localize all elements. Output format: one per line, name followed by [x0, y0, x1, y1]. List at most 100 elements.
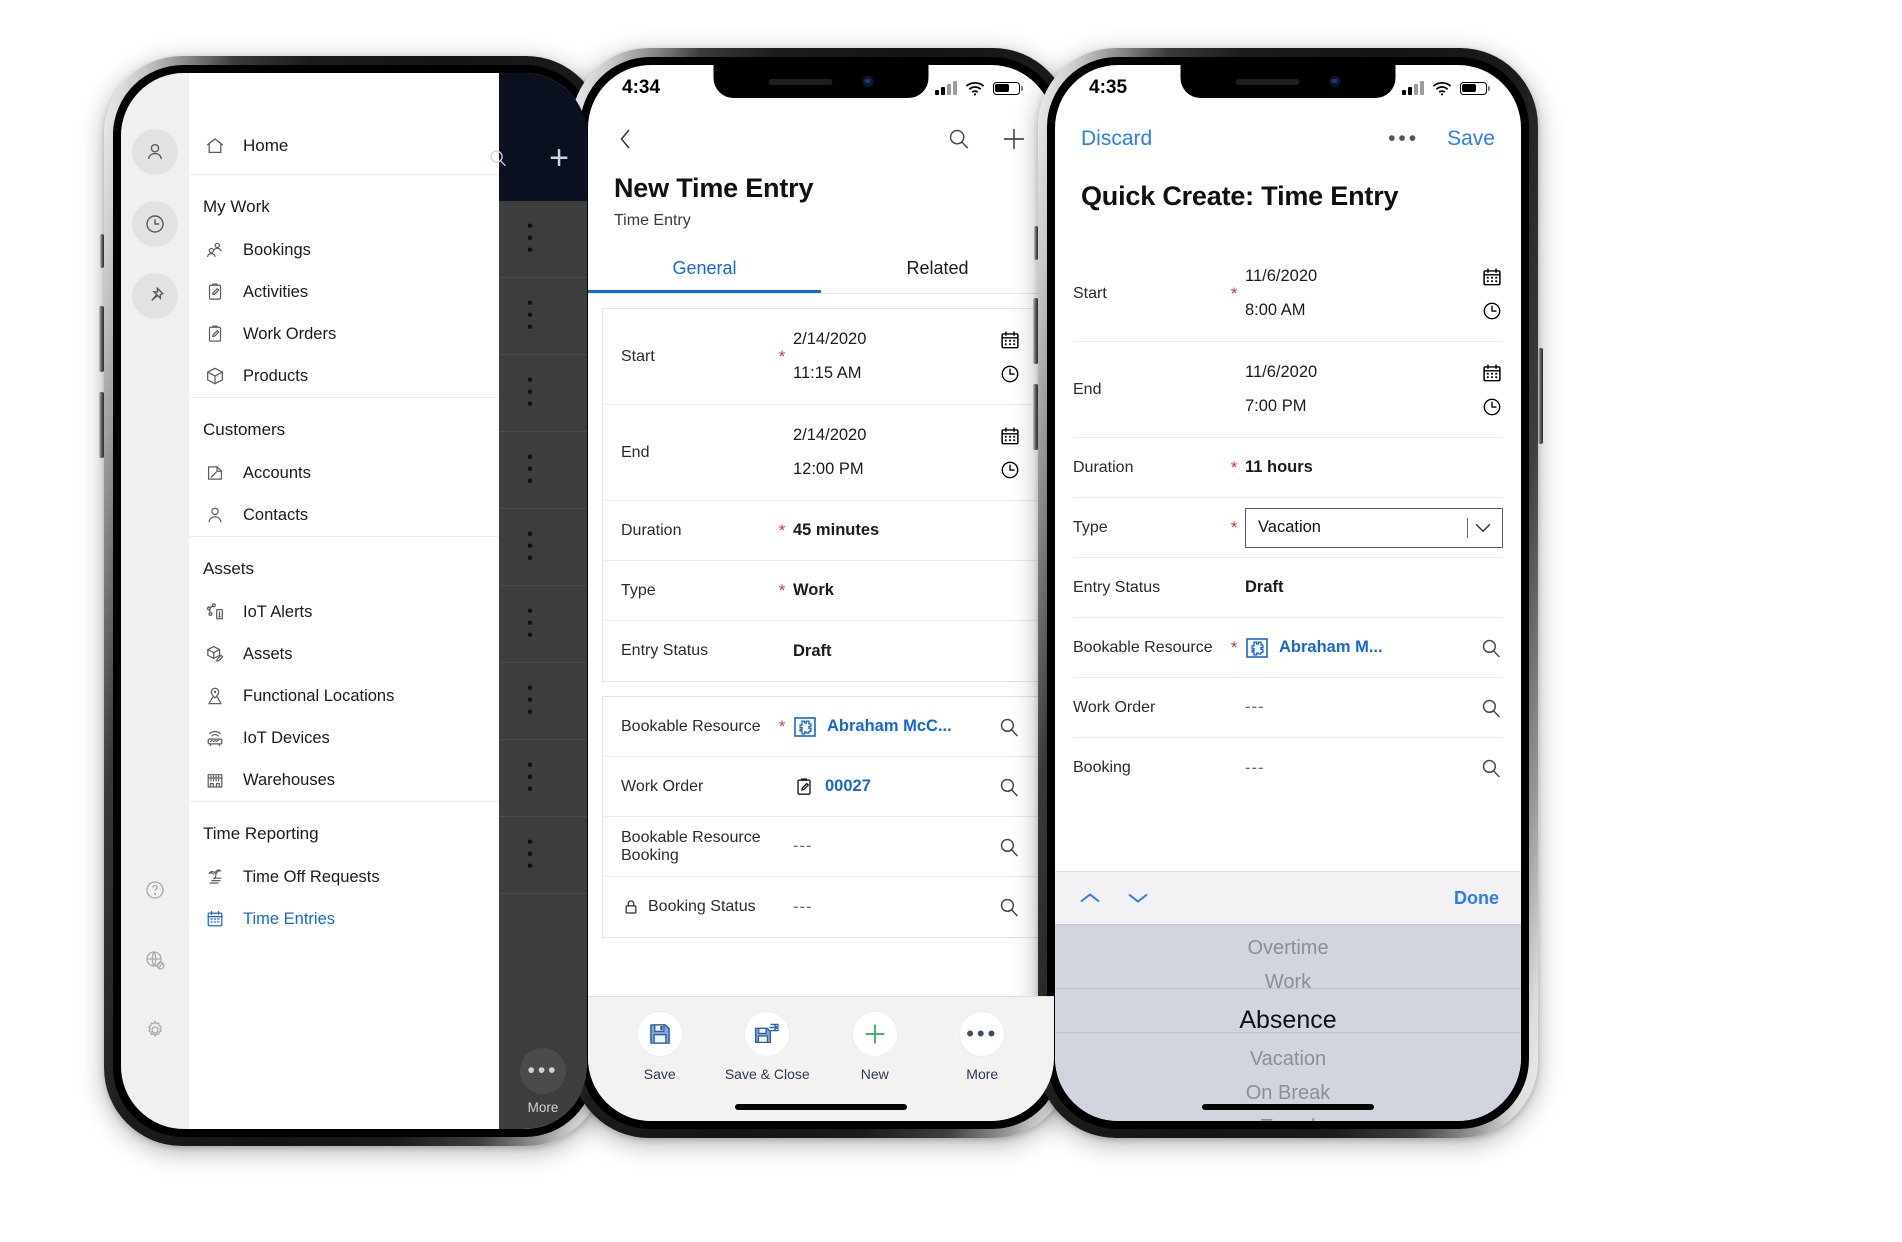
field-value-link[interactable]: 00027 — [793, 775, 987, 799]
field-value-link[interactable]: Abraham M... — [1245, 636, 1469, 660]
mute-switch[interactable] — [1034, 226, 1038, 260]
field-time-line[interactable]: 8:00 AM — [1245, 294, 1503, 328]
background-list-row[interactable]: • • • — [499, 201, 587, 278]
field-time-line[interactable]: 11:15 AM — [793, 357, 1021, 391]
volume-down-button[interactable] — [1033, 384, 1038, 450]
background-list-row[interactable]: • • • — [499, 663, 587, 740]
search-icon[interactable] — [946, 126, 972, 152]
field-date-line[interactable]: 11/6/2020 — [1245, 356, 1503, 390]
field-label: End — [621, 443, 650, 461]
picker-done-button[interactable]: Done — [1454, 888, 1499, 909]
background-list-row[interactable]: • • • — [499, 740, 587, 817]
field-time-line[interactable]: 7:00 PM — [1245, 390, 1503, 424]
lookup-search-icon[interactable] — [987, 775, 1021, 799]
settings-gear-icon[interactable] — [132, 1007, 178, 1053]
lookup-search-icon[interactable] — [987, 715, 1021, 739]
background-list-row[interactable]: • • • — [499, 509, 587, 586]
search-icon[interactable] — [487, 147, 509, 169]
background-list-row[interactable]: • • • — [499, 432, 587, 509]
volume-down-button[interactable] — [99, 392, 104, 458]
user-avatar-icon[interactable] — [132, 129, 178, 175]
offline-globe-icon[interactable] — [132, 937, 178, 983]
add-icon[interactable] — [1000, 125, 1028, 153]
required-indicator: * — [778, 521, 786, 540]
field-row-entry-status[interactable]: Entry Status Draft — [603, 621, 1039, 681]
lookup-search-icon[interactable] — [1469, 636, 1503, 660]
field-date-line[interactable]: 2/14/2020 — [793, 323, 1021, 357]
home-indicator[interactable] — [735, 1104, 907, 1110]
pinned-icon[interactable] — [132, 273, 178, 319]
field-row-booking-status[interactable]: Booking Status --- — [603, 877, 1039, 937]
field-time-line[interactable]: 12:00 PM — [793, 453, 1021, 487]
sitemap-rail-bottom — [132, 867, 178, 1129]
field-row-entry-status[interactable]: Entry Status Draft — [1073, 558, 1503, 618]
field-row-bookable-resource[interactable]: Bookable Resource * Abraham McC... — [603, 697, 1039, 757]
command-more[interactable]: ••• More — [936, 1011, 1028, 1082]
command-save[interactable]: Save — [614, 1011, 706, 1082]
field-row-bookable-resource[interactable]: Bookable Resource * Abraham M... — [1073, 618, 1503, 678]
background-list-row[interactable]: • • • — [499, 586, 587, 663]
overflow-vertical-icon[interactable]: • • • — [527, 680, 533, 721]
overflow-vertical-icon[interactable]: • • • — [527, 372, 533, 413]
field-value-link[interactable]: Abraham McC... — [793, 715, 987, 739]
discard-button[interactable]: Discard — [1081, 127, 1152, 151]
volume-up-button[interactable] — [99, 306, 104, 372]
background-list-row[interactable]: • • • — [499, 817, 587, 894]
sidebar-item-label: Warehouses — [243, 770, 336, 789]
overflow-vertical-icon[interactable]: • • • — [527, 526, 533, 567]
recent-clock-icon[interactable] — [132, 201, 178, 247]
field-row-start[interactable]: Start * 11/6/2020 8:00 AM — [1073, 246, 1503, 342]
volume-up-button[interactable] — [1033, 298, 1038, 364]
lookup-search-icon[interactable] — [987, 895, 1021, 919]
command-save-close[interactable]: Save & Close — [721, 1011, 813, 1082]
overflow-vertical-icon[interactable]: • • • — [527, 603, 533, 644]
field-row-bookable-resource-booking[interactable]: Bookable Resource Booking --- — [603, 817, 1039, 877]
field-date-line[interactable]: 2/14/2020 — [793, 419, 1021, 453]
overflow-vertical-icon[interactable]: • • • — [527, 449, 533, 490]
home-indicator[interactable] — [1202, 1104, 1374, 1110]
overflow-vertical-icon[interactable]: • • • — [527, 834, 533, 875]
field-row-type[interactable]: Type * Work — [603, 561, 1039, 621]
background-more-button[interactable]: ••• More — [499, 1033, 587, 1129]
field-row-type[interactable]: Type * Vacation — [1073, 498, 1503, 558]
mute-switch[interactable] — [100, 234, 104, 268]
lookup-search-icon[interactable] — [987, 835, 1021, 859]
lookup-search-icon[interactable] — [1469, 696, 1503, 720]
field-value: Work — [793, 581, 834, 599]
tab-general[interactable]: General — [588, 246, 821, 293]
background-list-row[interactable]: • • • — [499, 355, 587, 432]
type-picker-wheel[interactable]: OvertimeWorkAbsenceVacationOn BreakTrave… — [1055, 925, 1521, 1121]
overflow-vertical-icon[interactable]: • • • — [527, 757, 533, 798]
power-button[interactable] — [1538, 348, 1543, 444]
field-row-duration[interactable]: Duration * 45 minutes — [603, 501, 1039, 561]
back-chevron-icon[interactable] — [614, 125, 638, 153]
overflow-horizontal-icon[interactable]: ••• — [1388, 127, 1419, 151]
add-icon[interactable]: + — [549, 141, 569, 175]
chevron-up-icon[interactable] — [1077, 889, 1103, 907]
field-row-start[interactable]: Start * 2/14/2020 11:15 AM — [603, 309, 1039, 405]
command-new[interactable]: New — [829, 1011, 921, 1082]
sitemap-home-link[interactable]: Home — [203, 134, 288, 158]
picker-option[interactable]: Vacation — [1055, 1042, 1521, 1076]
field-row-work-order[interactable]: Work Order --- — [1073, 678, 1503, 738]
overflow-vertical-icon[interactable]: • • • — [527, 218, 533, 259]
picker-option[interactable]: Travel — [1055, 1110, 1521, 1121]
field-label: Booking — [1073, 759, 1131, 776]
help-icon[interactable] — [132, 867, 178, 913]
picker-option[interactable]: Overtime — [1055, 931, 1521, 965]
field-row-end[interactable]: End 2/14/2020 12:00 PM — [603, 405, 1039, 501]
field-row-duration[interactable]: Duration * 11 hours — [1073, 438, 1503, 498]
field-row-work-order[interactable]: Work Order 00027 — [603, 757, 1039, 817]
save-button[interactable]: Save — [1447, 127, 1495, 151]
chevron-down-icon[interactable] — [1125, 889, 1151, 907]
command-label: More — [966, 1066, 999, 1082]
field-row-end[interactable]: End 11/6/2020 7:00 PM — [1073, 342, 1503, 438]
overflow-vertical-icon[interactable]: • • • — [527, 295, 533, 336]
field-select[interactable]: Vacation — [1245, 507, 1503, 548]
sitemap-icon-rail — [121, 73, 189, 1129]
field-date-line[interactable]: 11/6/2020 — [1245, 260, 1503, 294]
lookup-search-icon[interactable] — [1469, 756, 1503, 780]
background-list-row[interactable]: • • • — [499, 278, 587, 355]
field-row-booking[interactable]: Booking --- — [1073, 738, 1503, 798]
tab-related[interactable]: Related — [821, 246, 1054, 293]
